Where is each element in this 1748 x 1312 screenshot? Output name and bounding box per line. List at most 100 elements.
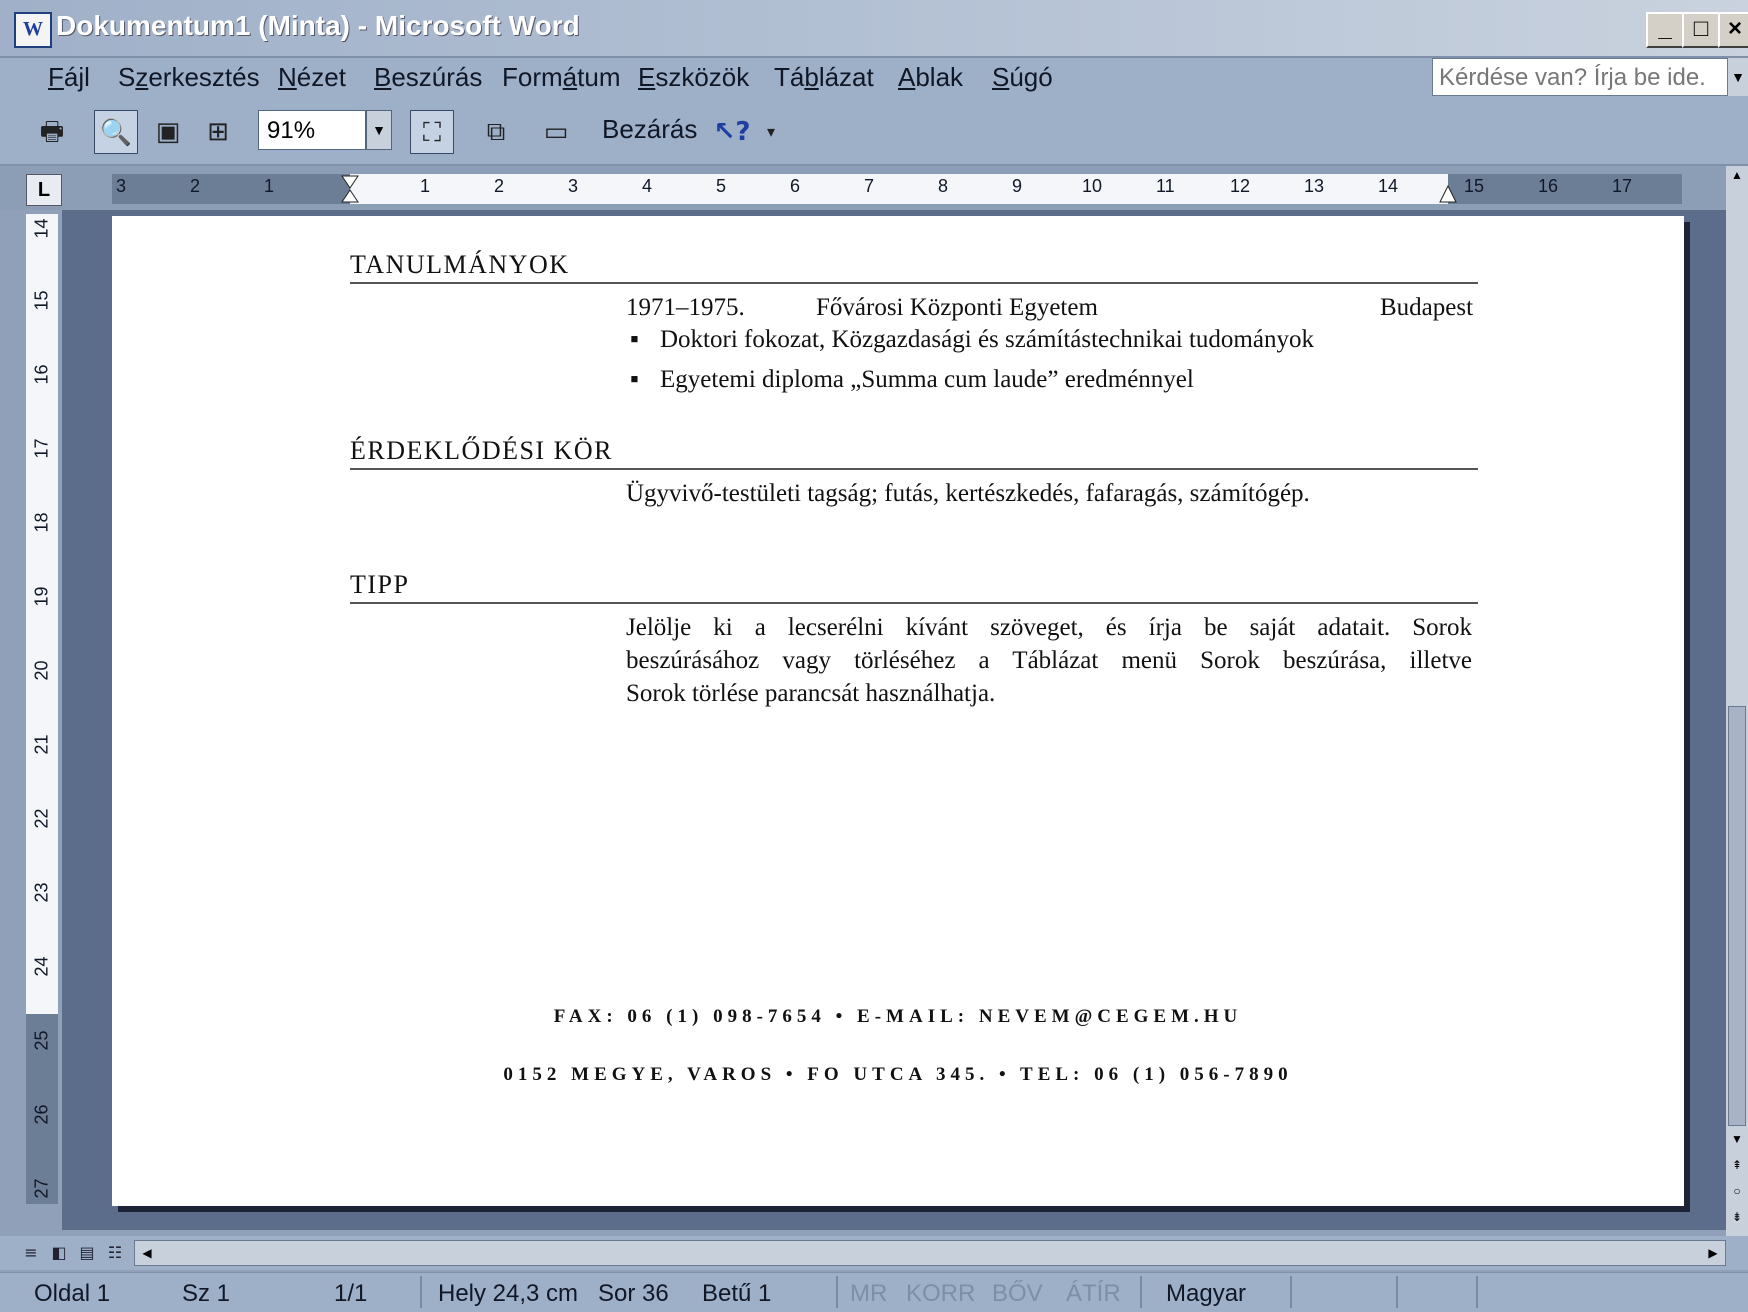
ruler-number: 10 bbox=[1082, 176, 1103, 196]
status-position: Hely 24,3 cm bbox=[438, 1280, 579, 1307]
status-separator bbox=[1396, 1276, 1398, 1308]
menu-table[interactable]: Táblázat bbox=[774, 62, 874, 93]
menu-view[interactable]: Nézet bbox=[278, 62, 346, 93]
ruler-number: 9 bbox=[1012, 176, 1023, 196]
shrink-to-fit-icon[interactable]: ⧉ bbox=[474, 110, 518, 154]
ruler-number: 3 bbox=[116, 176, 127, 196]
ruler-number: 15 bbox=[1464, 176, 1485, 196]
close-window-button[interactable]: × bbox=[1718, 12, 1748, 48]
normal-view-icon[interactable]: ≡ bbox=[18, 1240, 44, 1266]
bullet-icon: ▪ bbox=[630, 326, 639, 353]
education-bullet-2: Egyetemi diploma „Summa cum laude” eredm… bbox=[660, 366, 1194, 393]
word-app-icon[interactable]: W bbox=[14, 12, 52, 48]
ruler-number: 13 bbox=[1304, 176, 1325, 196]
education-institution: Fővárosi Központi Egyetem bbox=[816, 294, 1098, 321]
tab-selector[interactable]: L bbox=[26, 174, 62, 206]
one-page-icon[interactable]: ▣ bbox=[146, 110, 190, 154]
view-ruler-icon[interactable]: ⛶ bbox=[410, 110, 454, 154]
status-track-changes[interactable]: KORR bbox=[906, 1280, 975, 1308]
ruler-number: 4 bbox=[642, 176, 653, 196]
zoom-dropdown-arrow-icon[interactable]: ▼ bbox=[366, 110, 392, 150]
close-preview-button[interactable]: Bezárás bbox=[602, 114, 697, 145]
ruler-number: 18 bbox=[31, 512, 52, 533]
scroll-left-icon[interactable]: ◀ bbox=[137, 1241, 157, 1265]
scroll-right-icon[interactable]: ▶ bbox=[1703, 1241, 1723, 1265]
vertical-ruler[interactable]: 14 15 16 17 18 19 20 21 22 23 24 25 26 2… bbox=[26, 214, 58, 1204]
select-browse-object-icon[interactable]: ○ bbox=[1728, 1184, 1746, 1198]
right-indent-marker-icon[interactable] bbox=[1438, 184, 1458, 204]
multiple-pages-icon[interactable]: ⊞ bbox=[196, 110, 240, 154]
print-icon[interactable]: 🖶 bbox=[30, 110, 74, 154]
footer-contact-line-1: FAX: 06 (1) 098-7654 • E-MAIL: NEVEM@CEG… bbox=[553, 1006, 1243, 1027]
magnifier-icon[interactable]: 🔍 bbox=[94, 110, 138, 154]
web-layout-view-icon[interactable]: ◧ bbox=[46, 1240, 72, 1266]
vertical-scroll-thumb[interactable] bbox=[1728, 706, 1746, 1126]
ruler-number: 15 bbox=[31, 290, 52, 311]
ruler-number: 22 bbox=[31, 808, 52, 829]
heading-rule bbox=[350, 468, 1478, 470]
education-bullet-1: Doktori fokozat, Közgazdasági és számítá… bbox=[660, 326, 1314, 353]
status-pages: 1/1 bbox=[334, 1280, 368, 1307]
document-page[interactable]: TANULMÁNYOK 1971–1975. Fővárosi Központi… bbox=[112, 216, 1684, 1206]
status-page: Oldal 1 bbox=[34, 1280, 111, 1307]
tip-line-3: Sorok törlése parancsát használhatja. bbox=[626, 680, 996, 707]
status-extend-selection[interactable]: BŐV bbox=[992, 1280, 1043, 1308]
menu-window[interactable]: Ablak bbox=[898, 62, 963, 93]
ruler-number: 26 bbox=[31, 1104, 52, 1125]
menu-file[interactable]: Fájl bbox=[48, 62, 90, 93]
ruler-number: 20 bbox=[31, 660, 52, 681]
status-overtype[interactable]: ÁTÍR bbox=[1066, 1280, 1121, 1308]
vertical-scrollbar[interactable]: ▲ ▼ ⇞ ○ ⇟ bbox=[1726, 166, 1748, 1236]
tip-line-1: Jelölje ki a lecserélni kívánt szöveget,… bbox=[626, 614, 1472, 641]
status-macro-record[interactable]: MR bbox=[850, 1280, 887, 1308]
context-help-icon[interactable]: ↖? bbox=[710, 110, 754, 154]
footer-contact-line-2: 0152 MEGYE, VAROS • FO UTCA 345. • TEL: … bbox=[503, 1064, 1293, 1085]
ruler-number: 14 bbox=[31, 218, 52, 239]
ruler-number: 27 bbox=[31, 1178, 52, 1199]
left-indent-marker-icon[interactable] bbox=[340, 174, 360, 214]
section-heading-tip: TIPP bbox=[350, 570, 410, 599]
status-language[interactable]: Magyar bbox=[1166, 1280, 1246, 1308]
ruler-number: 11 bbox=[1156, 176, 1175, 196]
ruler-number: 21 bbox=[31, 734, 52, 755]
status-column: Betű 1 bbox=[702, 1280, 772, 1307]
ruler-number: 17 bbox=[31, 438, 52, 459]
toolbar-options-icon[interactable]: ▾ bbox=[756, 110, 786, 154]
ruler-number: 2 bbox=[494, 176, 505, 196]
ask-dropdown-arrow-icon[interactable]: ▼ bbox=[1728, 58, 1748, 96]
maximize-button[interactable]: □ bbox=[1682, 12, 1720, 48]
menu-help[interactable]: Súgó bbox=[992, 62, 1053, 93]
status-separator bbox=[1140, 1276, 1142, 1308]
next-page-icon[interactable]: ⇟ bbox=[1728, 1210, 1746, 1224]
ruler-number: 5 bbox=[716, 176, 727, 196]
scroll-down-icon[interactable]: ▼ bbox=[1728, 1132, 1746, 1146]
ruler-number: 2 bbox=[190, 176, 201, 196]
menu-format[interactable]: Formátum bbox=[502, 62, 620, 93]
status-separator bbox=[1290, 1276, 1292, 1308]
print-layout-view-icon[interactable]: ▤ bbox=[74, 1240, 100, 1266]
horizontal-ruler[interactable]: 3 2 1 1 2 3 4 5 6 7 8 9 10 11 12 13 14 1… bbox=[112, 174, 1682, 204]
full-screen-icon[interactable]: ▭ bbox=[534, 110, 578, 154]
ruler-number: 25 bbox=[31, 1030, 52, 1051]
ask-question-input[interactable]: Kérdése van? Írja be ide. bbox=[1432, 58, 1728, 96]
menu-insert[interactable]: Beszúrás bbox=[374, 62, 482, 93]
education-years: 1971–1975. bbox=[626, 294, 745, 321]
minimize-button[interactable]: _ bbox=[1646, 12, 1684, 48]
menu-tools[interactable]: Eszközök bbox=[638, 62, 749, 93]
outline-view-icon[interactable]: ☷ bbox=[102, 1240, 128, 1266]
ruler-number: 17 bbox=[1612, 176, 1633, 196]
ruler-number: 7 bbox=[864, 176, 875, 196]
previous-page-icon[interactable]: ⇞ bbox=[1728, 1158, 1746, 1172]
ruler-number: 14 bbox=[1378, 176, 1399, 196]
status-separator bbox=[836, 1276, 838, 1308]
scroll-up-icon[interactable]: ▲ bbox=[1728, 168, 1746, 182]
window-title: Dokumentum1 (Minta) - Microsoft Word bbox=[56, 10, 580, 41]
heading-rule bbox=[350, 282, 1478, 284]
horizontal-scrollbar[interactable]: ◀ ▶ bbox=[134, 1240, 1726, 1266]
zoom-select[interactable]: 91% bbox=[258, 110, 366, 150]
ruler-number: 1 bbox=[420, 176, 431, 196]
ruler-number: 8 bbox=[938, 176, 949, 196]
bullet-icon: ▪ bbox=[630, 366, 639, 393]
status-line: Sor 36 bbox=[598, 1280, 669, 1307]
menu-edit[interactable]: Szerkesztés bbox=[118, 62, 260, 93]
